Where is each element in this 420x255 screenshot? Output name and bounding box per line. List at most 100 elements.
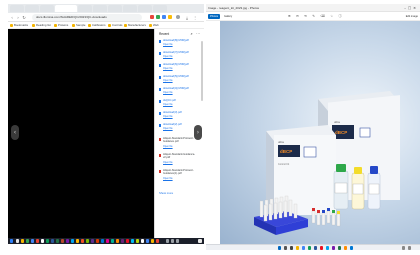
open-file-link[interactable]: Open file bbox=[163, 55, 173, 58]
taskbar-app-icon[interactable] bbox=[101, 239, 104, 243]
media-viewer[interactable]: ‹ bbox=[8, 29, 154, 238]
search-icon[interactable] bbox=[284, 246, 287, 250]
download-item[interactable]: download(4)(IVDR)pdf Open file bbox=[159, 87, 199, 97]
profile-avatar[interactable] bbox=[176, 15, 180, 19]
bookmark[interactable]: Proteins bbox=[54, 23, 68, 28]
taskbar-app-icon[interactable] bbox=[314, 246, 317, 250]
taskbar-app-icon[interactable] bbox=[96, 239, 99, 243]
taskbar-app-icon[interactable] bbox=[66, 239, 69, 243]
tab[interactable] bbox=[153, 5, 167, 12]
open-file-link[interactable]: Open file bbox=[163, 127, 173, 130]
tab[interactable] bbox=[78, 5, 92, 12]
taskbar-app-icon[interactable] bbox=[106, 239, 109, 243]
taskbar-app-icon[interactable] bbox=[86, 239, 89, 243]
taskbar-app-icon[interactable] bbox=[141, 239, 144, 243]
bookmark[interactable]: Reading list bbox=[32, 23, 51, 28]
taskbar-app-icon[interactable] bbox=[338, 246, 341, 250]
extension-icon[interactable] bbox=[156, 15, 160, 19]
previous-arrow-icon[interactable]: ‹ bbox=[11, 125, 19, 140]
download-item[interactable]: dsQCC.pdf Open file bbox=[159, 99, 199, 109]
taskbar-app-icon[interactable] bbox=[61, 239, 64, 243]
download-filename[interactable]: download(3).pdf bbox=[163, 111, 199, 114]
taskbar-app-icon[interactable] bbox=[326, 246, 329, 250]
open-file-link[interactable]: Open file bbox=[163, 43, 173, 46]
open-file-link[interactable]: Open file bbox=[163, 91, 173, 94]
download-item[interactable]: download(8)(IVDR)pdf Open file bbox=[159, 39, 199, 49]
start-icon[interactable] bbox=[278, 246, 281, 250]
open-file-link[interactable]: Open file bbox=[163, 145, 173, 148]
tab[interactable] bbox=[10, 5, 24, 12]
file-explorer-icon[interactable] bbox=[296, 246, 299, 250]
download-item[interactable]: Aliquot-Standard-Guidance-v2.pdf Open fi… bbox=[159, 153, 199, 167]
scrollbar[interactable] bbox=[201, 41, 203, 101]
taskbar-app-icon[interactable] bbox=[21, 239, 24, 243]
taskbar-app-icon[interactable] bbox=[136, 239, 139, 243]
bookmark[interactable]: Calibrators bbox=[88, 23, 106, 28]
tab[interactable] bbox=[93, 5, 107, 12]
download-item[interactable]: Aliquot-Standard-Protocol-Guidance(1).pd… bbox=[159, 169, 199, 183]
taskbar-app-icon[interactable] bbox=[121, 239, 124, 243]
extension-icon[interactable] bbox=[168, 15, 172, 19]
bookmark[interactable]: Bookmarks bbox=[10, 23, 28, 28]
tab[interactable] bbox=[108, 5, 122, 12]
gallery-button[interactable]: Gallery bbox=[224, 14, 232, 19]
taskbar-app-icon[interactable] bbox=[332, 246, 335, 250]
download-item[interactable]: download(7)(IVDR)pdf Open file bbox=[159, 51, 199, 61]
task-view-icon[interactable] bbox=[290, 246, 293, 250]
tray-icon[interactable] bbox=[171, 239, 174, 243]
taskbar-app-icon[interactable] bbox=[151, 239, 154, 243]
browser-icon[interactable] bbox=[302, 246, 305, 250]
show-more-link[interactable]: Show more bbox=[159, 191, 173, 195]
taskbar-app-icon[interactable] bbox=[111, 239, 114, 243]
taskbar-app-icon[interactable] bbox=[76, 239, 79, 243]
bookmark[interactable]: Manufacturers bbox=[124, 23, 146, 28]
download-icon[interactable]: ⤓ bbox=[184, 14, 190, 21]
download-item[interactable]: download(6)(IVDR)pdf Open file bbox=[159, 63, 199, 73]
extension-icon[interactable] bbox=[150, 15, 154, 19]
download-filename[interactable]: download(2).pdf bbox=[163, 123, 199, 126]
download-item[interactable]: download(5)(IVDR)pdf Open file bbox=[159, 75, 199, 85]
url-field[interactable]: docs.illumina.com/SHARED/QC/2023/QC-down… bbox=[32, 14, 142, 21]
tab-active[interactable] bbox=[55, 5, 77, 12]
open-file-link[interactable]: Open file bbox=[163, 103, 173, 106]
taskbar-app-icon[interactable] bbox=[320, 246, 323, 250]
tab[interactable] bbox=[25, 5, 39, 12]
taskbar-app-icon[interactable] bbox=[36, 239, 39, 243]
download-filename[interactable]: Aliquot-Standard-Guidance-v2.pdf bbox=[163, 153, 199, 160]
start-icon[interactable] bbox=[10, 239, 13, 243]
tab[interactable] bbox=[123, 5, 137, 12]
tray-icon[interactable] bbox=[408, 246, 411, 250]
download-filename[interactable]: download(7)(IVDR)pdf bbox=[163, 51, 199, 54]
taskbar-app-icon[interactable] bbox=[46, 239, 49, 243]
tab[interactable] bbox=[138, 5, 152, 12]
taskbar-app-icon[interactable] bbox=[116, 239, 119, 243]
menu-icon[interactable]: ⋮ bbox=[192, 14, 198, 21]
taskbar-app-icon[interactable] bbox=[41, 239, 44, 243]
taskbar-app-icon[interactable] bbox=[16, 239, 19, 243]
download-item[interactable]: download(3).pdf Open file bbox=[159, 111, 199, 121]
bookmark[interactable]: Web bbox=[149, 23, 159, 28]
next-arrow-icon[interactable]: › bbox=[194, 125, 202, 140]
taskbar-app-icon[interactable] bbox=[51, 239, 54, 243]
open-file-link[interactable]: Open file bbox=[163, 79, 173, 82]
download-filename[interactable]: download(6)(IVDR)pdf bbox=[163, 63, 199, 66]
open-file-link[interactable]: Open file bbox=[163, 177, 173, 180]
edit-image-button[interactable]: Edit image bbox=[406, 14, 418, 19]
photos-app-button[interactable]: Photos bbox=[208, 14, 221, 19]
taskbar-app-icon[interactable] bbox=[126, 239, 129, 243]
taskbar-app-icon[interactable] bbox=[26, 239, 29, 243]
panel-actions[interactable]: ⌕ ⋯ bbox=[190, 31, 201, 36]
download-filename[interactable]: download(4)(IVDR)pdf bbox=[163, 87, 199, 90]
taskbar-app-icon[interactable] bbox=[308, 246, 311, 250]
photos-taskbar-icon[interactable] bbox=[350, 246, 353, 250]
taskbar-app-icon[interactable] bbox=[344, 246, 347, 250]
download-item[interactable]: download(2).pdf Open file bbox=[159, 123, 199, 133]
window-controls[interactable]: –□× bbox=[404, 4, 418, 12]
download-filename[interactable]: Aliquot-Standard-Protocol-Guidance(1).pd… bbox=[163, 169, 199, 176]
bookmark[interactable]: Controls bbox=[108, 23, 122, 28]
download-filename[interactable]: dsQCC.pdf bbox=[163, 99, 199, 102]
taskbar-app-icon[interactable] bbox=[71, 239, 74, 243]
taskbar-app-icon[interactable] bbox=[91, 239, 94, 243]
tray-icon[interactable] bbox=[402, 246, 405, 250]
download-item[interactable]: Aliquot-Standard-Protocol-Guidance.pdf O… bbox=[159, 137, 199, 151]
